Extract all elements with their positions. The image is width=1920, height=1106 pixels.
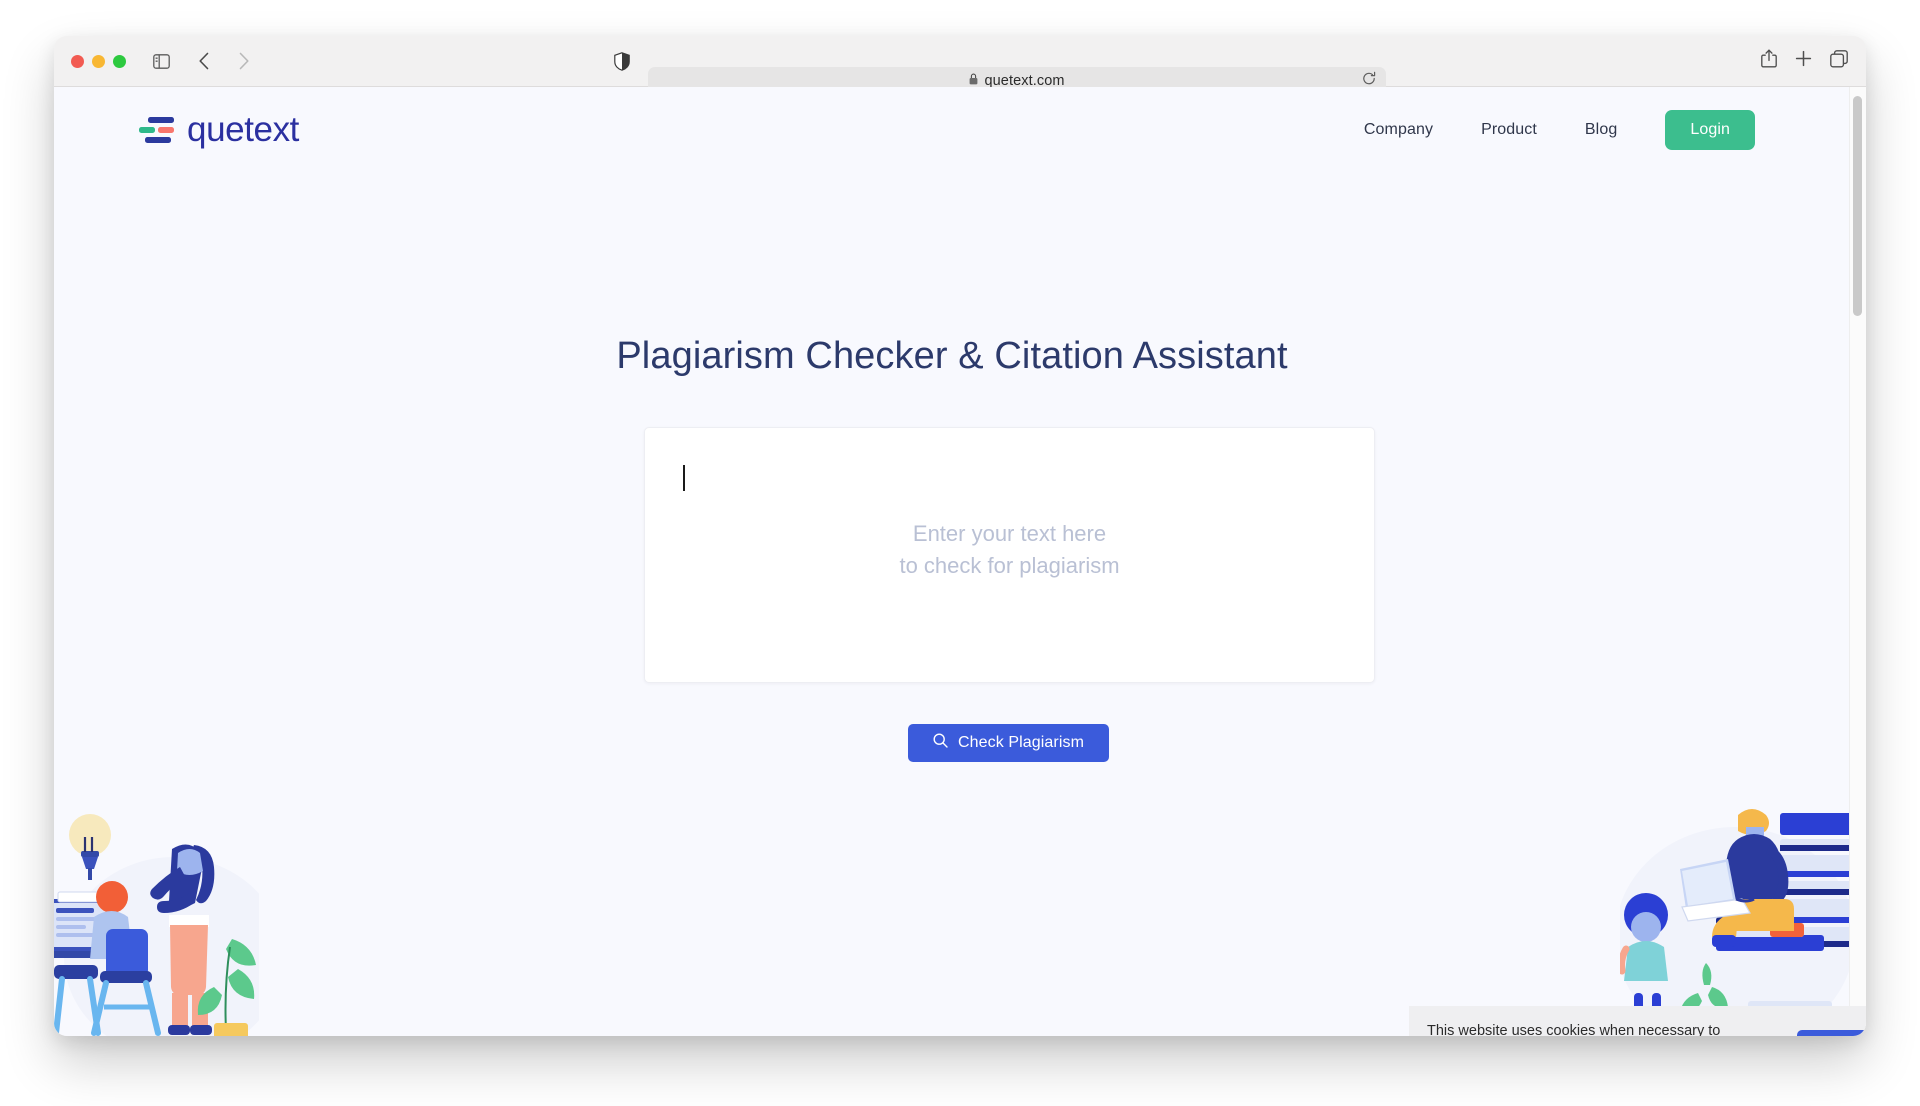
nav-item-blog[interactable]: Blog (1585, 121, 1617, 139)
maximize-window-button[interactable] (113, 54, 126, 68)
cookie-message-text: This website uses cookies when necessary… (1427, 1022, 1721, 1037)
logo-bar-blue-bottom (145, 136, 171, 143)
logo-bar-green (139, 126, 155, 133)
window-traffic-lights (71, 54, 126, 68)
text-input-placeholder: Enter your text here to check for plagia… (645, 518, 1374, 582)
site-header: quetext Company Product Blog Login (54, 87, 1850, 173)
tabs-overview-icon[interactable] (1830, 49, 1848, 73)
brand-logo[interactable]: quetext (139, 110, 299, 150)
back-button[interactable] (189, 46, 219, 76)
browser-window: quetext.com quetext Company Product Blog… (54, 36, 1866, 1036)
text-caret (683, 465, 685, 491)
check-plagiarism-label: Check Plagiarism (957, 734, 1085, 751)
new-tab-icon[interactable] (1795, 50, 1812, 72)
plagiarism-text-input[interactable]: Enter your text here to check for plagia… (644, 427, 1375, 683)
page-title: Plagiarism Checker & Citation Assistant (616, 335, 1288, 377)
desktop-backdrop: quetext.com quetext Company Product Blog… (0, 0, 1920, 1106)
login-button[interactable]: Login (1665, 110, 1755, 150)
logo-bar-coral (158, 126, 174, 133)
browser-toolbar: quetext.com (54, 36, 1866, 95)
cookie-accept-button[interactable]: Got it! (1797, 1030, 1866, 1036)
forward-button[interactable] (229, 46, 259, 76)
privacy-shield-icon[interactable] (614, 52, 630, 76)
check-plagiarism-button[interactable]: Check Plagiarism (908, 724, 1109, 762)
search-icon (933, 733, 948, 753)
nav-item-product[interactable]: Product (1481, 121, 1537, 139)
share-icon[interactable] (1761, 49, 1777, 73)
logo-wordmark: quetext (187, 110, 300, 149)
person-on-books-with-laptop-illustration (1620, 809, 1850, 1036)
page-viewport: quetext Company Product Blog Login Plagi… (54, 87, 1866, 1036)
nav-item-company[interactable]: Company (1364, 121, 1433, 139)
placeholder-line-1: Enter your text here (912, 521, 1107, 546)
quetext-logo-icon (139, 114, 174, 147)
cookie-message: This website uses cookies when necessary… (1427, 1022, 1767, 1037)
cookie-consent-banner: This website uses cookies when necessary… (1409, 1006, 1866, 1036)
placeholder-line-2: to check for plagiarism (899, 553, 1120, 578)
people-at-computer-illustration (54, 814, 259, 1036)
close-window-button[interactable] (71, 54, 84, 68)
page-scrollbar-track[interactable] (1849, 87, 1866, 1036)
sidebar-toggle-icon[interactable] (146, 46, 176, 76)
page-scrollbar-thumb[interactable] (1853, 96, 1862, 316)
site-navigation: Company Product Blog Login (1364, 110, 1755, 150)
toolbar-right-actions (1761, 49, 1848, 73)
logo-bar-blue-top (148, 116, 174, 123)
minimize-window-button[interactable] (92, 54, 105, 68)
